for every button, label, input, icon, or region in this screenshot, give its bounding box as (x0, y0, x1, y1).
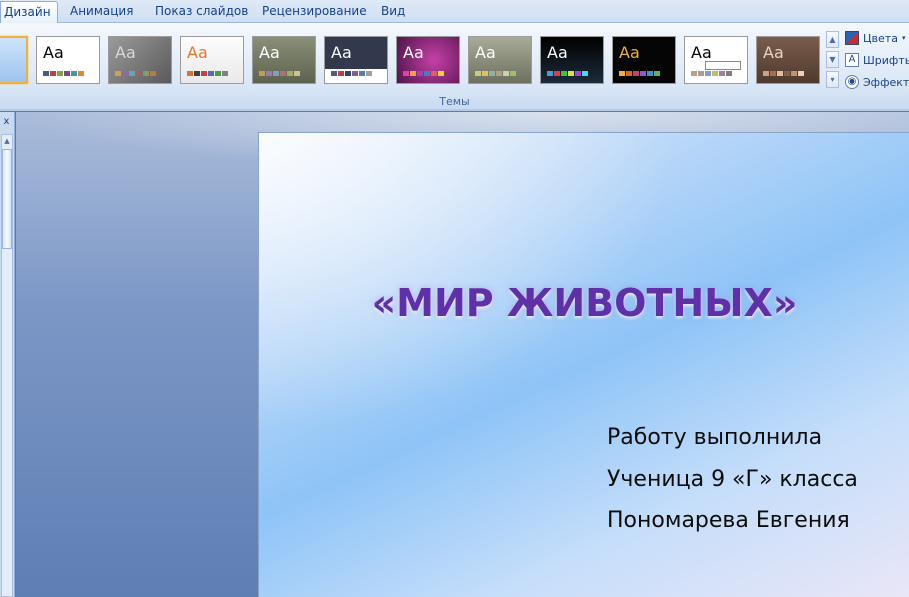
tab-review-label: Рецензирование (262, 4, 367, 18)
tab-review[interactable]: Рецензирование (262, 4, 367, 18)
theme-color-swatches (403, 71, 444, 76)
tab-slideshow[interactable]: Показ слайдов (155, 4, 248, 18)
theme-thumbnail[interactable]: Aa (108, 36, 172, 84)
gallery-scroll-down-button[interactable]: ▼ (826, 51, 839, 68)
slide-editing-area: «МИР ЖИВОТНЫХ» Работу выполнила Ученица … (16, 112, 909, 597)
theme-effects-button[interactable]: ◉ Эффекты (845, 72, 909, 92)
theme-effects-label: Эффекты (863, 75, 909, 89)
theme-thumbnail[interactable]: Aa (468, 36, 532, 84)
theme-thumbnail[interactable]: Aa (756, 36, 820, 84)
theme-thumbnail-text: Aa (763, 43, 784, 62)
subtitle-line-1[interactable]: Работу выполнила (607, 425, 822, 450)
tab-design[interactable]: Дизайн (0, 1, 58, 24)
theme-thumbnail-text: Aa (259, 43, 280, 62)
theme-thumbnail-current[interactable] (0, 36, 28, 84)
scrollbar-thumb[interactable] (2, 149, 12, 249)
gallery-scroll-up-button[interactable]: ▲ (826, 31, 839, 48)
theme-thumbnail-text: Aa (547, 43, 568, 62)
theme-thumbnail-text: Aa (331, 43, 352, 62)
theme-thumbnail[interactable]: Aa (540, 36, 604, 84)
theme-thumbnail[interactable]: Aa (684, 36, 748, 84)
theme-color-swatches (331, 71, 372, 76)
color-palette-icon (845, 31, 859, 45)
theme-color-swatches (763, 71, 804, 76)
slide-canvas[interactable]: «МИР ЖИВОТНЫХ» Работу выполнила Ученица … (258, 132, 909, 597)
theme-thumbnail[interactable]: Aa (612, 36, 676, 84)
tab-design-label: Дизайн (4, 5, 51, 19)
tab-view-label: Вид (381, 4, 406, 18)
font-icon: A (845, 53, 859, 67)
dropdown-arrow-icon: ▾ (901, 34, 906, 42)
theme-color-swatches (259, 71, 300, 76)
theme-fonts-label: Шрифты (863, 53, 909, 67)
themes-group-label: Темы (439, 95, 470, 108)
slides-pane: x ▲ (0, 112, 15, 597)
slides-pane-scrollbar[interactable]: ▲ (1, 134, 13, 597)
subtitle-line-2[interactable]: Ученица 9 «Г» класса (607, 467, 858, 492)
theme-color-swatches (475, 71, 516, 76)
theme-colors-label: Цвета (863, 31, 898, 45)
theme-thumbnail-office[interactable]: Aa (36, 36, 100, 84)
theme-color-swatches (115, 71, 156, 76)
more-icon: ▾ (830, 75, 835, 84)
theme-thumbnail-text: Aa (187, 43, 208, 62)
tab-animation-label: Анимация (70, 4, 134, 18)
theme-color-swatches (691, 71, 732, 76)
ribbon-tab-bar: Дизайн Анимация Показ слайдов Рецензиров… (0, 0, 909, 24)
chevron-up-icon: ▲ (829, 35, 836, 44)
tab-slideshow-label: Показ слайдов (155, 4, 249, 18)
theme-thumbnail-text: Aa (475, 43, 496, 62)
gallery-more-button[interactable]: ▾ (826, 71, 839, 88)
close-icon: x (3, 116, 10, 127)
effects-icon: ◉ (845, 75, 859, 89)
theme-color-swatches (187, 71, 228, 76)
tab-animation[interactable]: Анимация (70, 4, 133, 18)
close-pane-button[interactable]: x (0, 116, 13, 128)
theme-color-swatches (43, 71, 84, 76)
tab-view[interactable]: Вид (381, 4, 405, 18)
theme-colors-button[interactable]: Цвета ▾ (845, 28, 905, 48)
theme-thumbnail[interactable]: Aa (324, 36, 388, 84)
theme-thumbnail-text: Aa (619, 43, 640, 62)
theme-thumbnail-text: Aa (691, 43, 712, 62)
chevron-down-icon: ▼ (829, 55, 836, 64)
theme-thumbnail-text: Aa (43, 43, 64, 62)
theme-color-swatches (619, 71, 660, 76)
subtitle-line-3[interactable]: Пономарева Евгения (607, 508, 850, 533)
theme-thumbnail-text: Aa (403, 43, 424, 62)
theme-thumbnail[interactable]: Aa (396, 36, 460, 84)
theme-fonts-button[interactable]: A Шрифты (845, 50, 909, 70)
theme-thumbnail[interactable]: Aa (180, 36, 244, 84)
ribbon: Aa Aa Aa Aa Aa Aa Aa Aa Aa Aa Aa ▲ ▼ ▾ Ц… (0, 23, 909, 111)
scroll-up-arrow-icon[interactable]: ▲ (2, 135, 12, 147)
theme-thumbnail[interactable]: Aa (252, 36, 316, 84)
group-divider (0, 109, 909, 111)
theme-color-swatches (547, 71, 588, 76)
slide-title[interactable]: «МИР ЖИВОТНЫХ» (259, 281, 909, 325)
theme-thumbnail-text: Aa (115, 43, 136, 62)
